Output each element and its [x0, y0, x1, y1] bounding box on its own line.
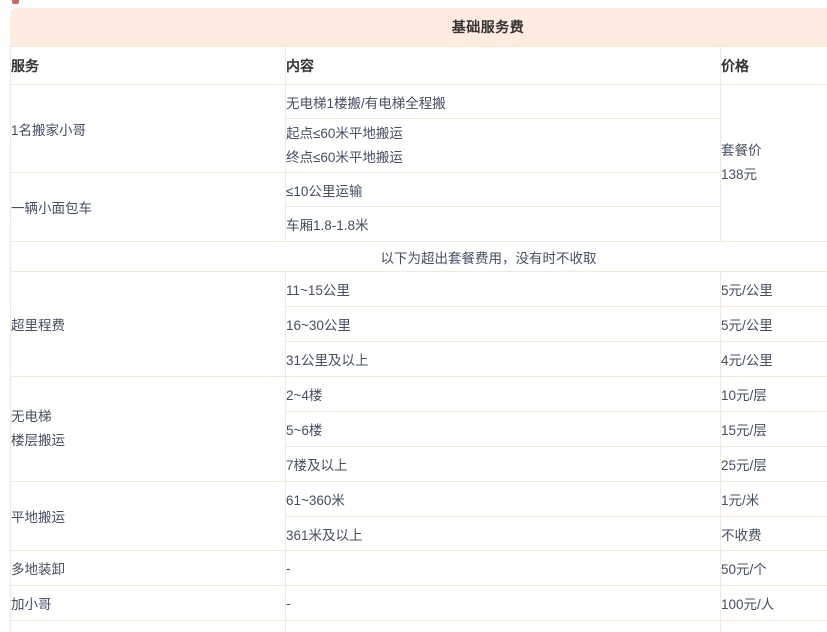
service-cell-mover: 1名搬家小哥: [11, 85, 286, 173]
service-cell-van: 一辆小面包车: [11, 173, 286, 242]
content-cell: ≤10公里运输: [286, 173, 721, 207]
service-cell-extra-mileage: 超里程费: [11, 272, 286, 377]
price-cell: 50元/个: [721, 551, 827, 586]
price-cell: 5元/公里: [721, 272, 827, 307]
package-price-cell: 套餐价 138元: [721, 85, 827, 242]
service-cell-multi-stop: 多地装卸: [11, 551, 286, 586]
content-cell: 2~4楼: [286, 377, 721, 412]
content-cell: -: [286, 586, 721, 621]
table-row: 无电梯 楼层搬运 2~4楼 10元/层: [11, 377, 827, 412]
price-table-container: 基础服务费 服务 内容 价格 1名搬家小哥 无电梯1楼搬/有电梯全程搬 套餐价 …: [10, 8, 827, 632]
service-cell-flat-carry: 平地搬运: [11, 482, 286, 551]
table-row: 超里程费 11~15公里 5元/公里: [11, 272, 827, 307]
col-header-content: 内容: [286, 47, 721, 85]
table-row: 一辆小面包车 ≤10公里运输: [11, 173, 827, 207]
table-row: 1名搬家小哥 无电梯1楼搬/有电梯全程搬 套餐价 138元: [11, 85, 827, 119]
clipped-element-fragment: [12, 0, 19, 4]
price-cell: 1元/米: [721, 482, 827, 517]
content-cell: 5~6楼: [286, 412, 721, 447]
content-cell: 31公里及以上: [286, 342, 721, 377]
content-cell: 16~30公里: [286, 307, 721, 342]
price-cell: 10元/层: [721, 377, 827, 412]
table-row: 多地装卸 - 50元/个: [11, 551, 827, 586]
content-cell: 11~15公里: [286, 272, 721, 307]
col-header-service: 服务: [11, 47, 286, 85]
price-table: 服务 内容 价格 1名搬家小哥 无电梯1楼搬/有电梯全程搬 套餐价 138元 起…: [10, 46, 827, 632]
table-title-band: 基础服务费: [10, 8, 827, 46]
empty-cell: [286, 621, 721, 632]
service-cell-add-mover: 加小哥: [11, 586, 286, 621]
content-cell: 61~360米: [286, 482, 721, 517]
note-text: 以下为超出套餐费用，没有时不收取: [11, 242, 827, 272]
table-row: 加小哥 - 100元/人: [11, 586, 827, 621]
content-cell: 无电梯1楼搬/有电梯全程搬: [286, 85, 721, 119]
price-cell: 4元/公里: [721, 342, 827, 377]
table-title: 基础服务费: [452, 17, 525, 37]
empty-cell: [721, 621, 827, 632]
content-cell: 361米及以上: [286, 517, 721, 551]
content-cell: 7楼及以上: [286, 447, 721, 482]
price-cell: 5元/公里: [721, 307, 827, 342]
note-row: 以下为超出套餐费用，没有时不收取: [11, 242, 827, 272]
price-cell: 不收费: [721, 517, 827, 551]
empty-cell: [11, 621, 286, 632]
content-cell: 起点≤60米平地搬运 终点≤60米平地搬运: [286, 119, 721, 173]
clipped-bottom-row: [11, 621, 827, 632]
col-header-price: 价格: [721, 47, 827, 85]
price-cell: 100元/人: [721, 586, 827, 621]
content-cell: 车厢1.8-1.8米: [286, 207, 721, 242]
service-cell-no-elevator: 无电梯 楼层搬运: [11, 377, 286, 482]
price-cell: 25元/层: [721, 447, 827, 482]
content-cell: -: [286, 551, 721, 586]
table-row: 平地搬运 61~360米 1元/米: [11, 482, 827, 517]
column-header-row: 服务 内容 价格: [11, 47, 827, 85]
price-cell: 15元/层: [721, 412, 827, 447]
